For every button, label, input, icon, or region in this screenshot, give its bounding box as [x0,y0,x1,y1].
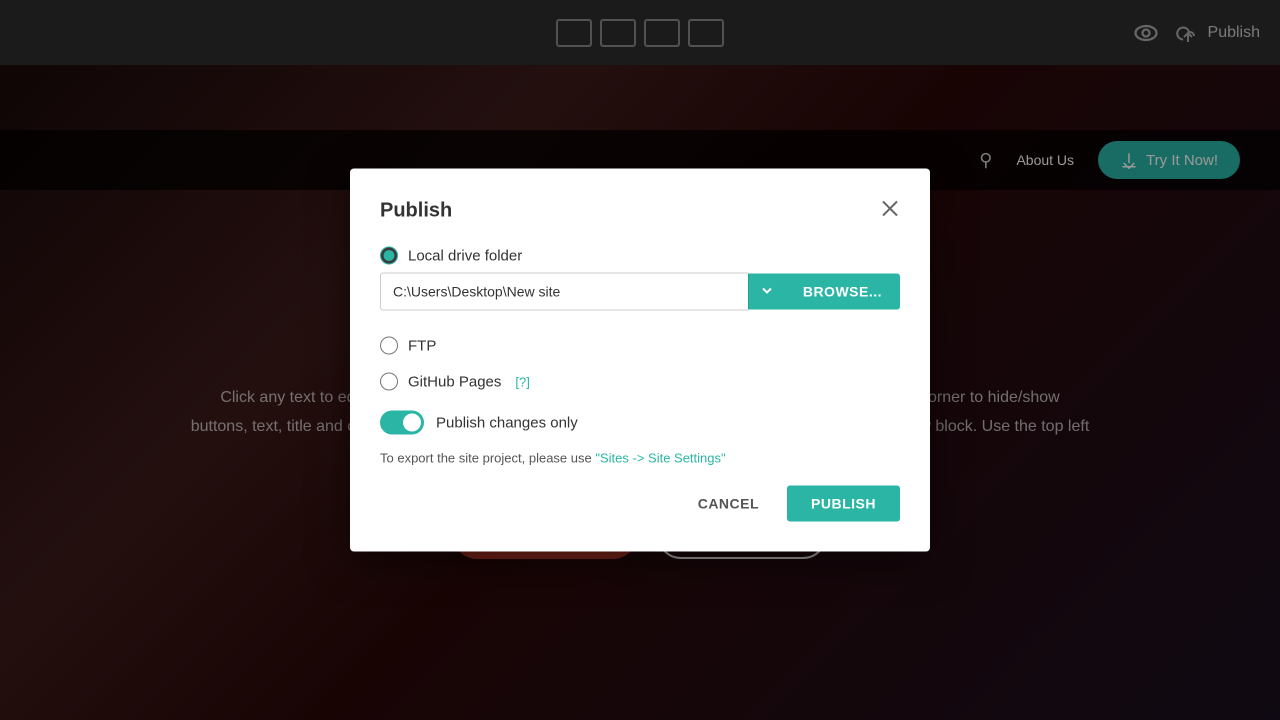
modal-footer: CANCEL PUBLISH [380,486,900,522]
path-row: BROWSE... [380,273,900,311]
ftp-radio-label[interactable]: FTP [380,337,900,355]
modal-title: Publish [380,199,452,222]
github-radio[interactable] [380,373,398,391]
path-input[interactable] [380,273,748,311]
export-note-text: To export the site project, please use [380,451,592,466]
toggle-label: Publish changes only [436,414,578,431]
cancel-button[interactable]: CANCEL [682,486,775,522]
local-drive-radio[interactable] [380,247,398,265]
publish-changes-toggle[interactable] [380,411,424,435]
local-drive-label: Local drive folder [408,247,522,264]
publish-action-button[interactable]: PUBLISH [787,486,900,522]
ftp-label: FTP [408,337,436,354]
github-label: GitHub Pages [408,373,501,390]
close-icon [880,199,900,219]
local-drive-radio-label[interactable]: Local drive folder [380,247,900,265]
export-note: To export the site project, please use "… [380,451,900,466]
ftp-radio[interactable] [380,337,398,355]
publish-options: Local drive folder BROWSE... FTP [380,247,900,391]
modal-close-button[interactable] [880,199,900,223]
local-drive-option: Local drive folder BROWSE... [380,247,900,319]
github-radio-label[interactable]: GitHub Pages [?] [380,373,900,391]
modal-header: Publish [380,199,900,223]
browse-button[interactable]: BROWSE... [785,274,900,310]
toggle-slider [380,411,424,435]
toggle-row: Publish changes only [380,411,900,435]
export-link[interactable]: "Sites -> Site Settings" [595,451,725,466]
publish-modal: Publish Local drive folder [350,169,930,552]
background-page: Publish FU O ⚲ About Us Try It Now! Clic… [0,0,1280,720]
path-dropdown-button[interactable] [748,274,785,310]
chevron-down-icon [761,285,773,297]
github-help-link[interactable]: [?] [515,374,529,389]
